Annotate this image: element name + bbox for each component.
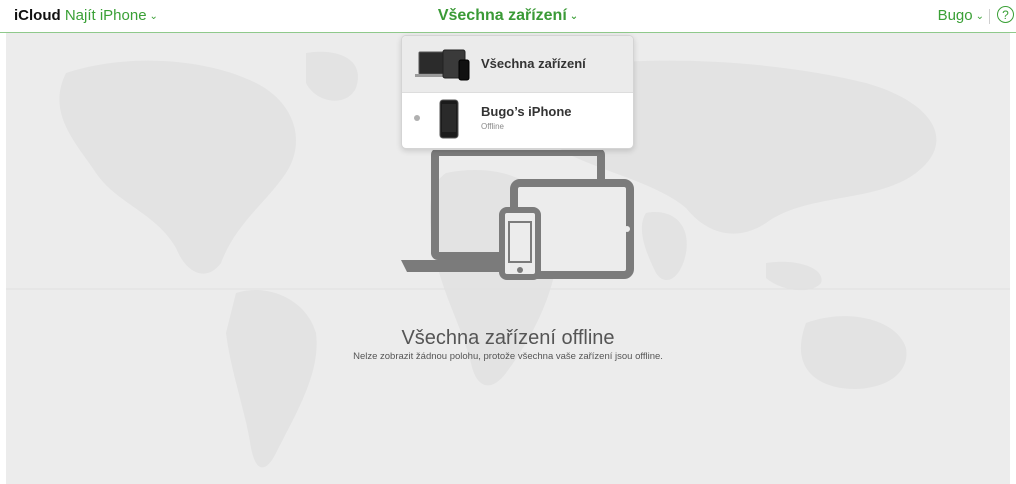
chevron-down-icon: ⌄ (149, 11, 158, 22)
device-list-item-iphone[interactable]: Bugo’s iPhone Offline (402, 93, 633, 148)
device-list-item-title: Bugo’s iPhone (481, 104, 572, 119)
user-menu[interactable]: Bugo ⌄ (938, 7, 984, 27)
device-selector-label: Všechna zařízení (437, 7, 567, 24)
app-name: Najít iPhone (64, 7, 147, 24)
chevron-down-icon: ⌄ (975, 11, 984, 22)
offline-title: Všechna zařízení offline (401, 327, 615, 349)
device-list-item-all[interactable]: Všechna zařízení (402, 36, 633, 93)
offline-status-dot (414, 115, 420, 121)
app-menu[interactable]: iCloud Najít iPhone ⌄ (14, 7, 158, 27)
iphone-icon (439, 99, 459, 139)
device-selector-button[interactable]: Všechna zařízení ⌄ (438, 7, 578, 24)
icloud-logo-text: iCloud (14, 7, 61, 24)
user-name: Bugo (937, 7, 973, 24)
chevron-down-icon: ⌄ (569, 11, 579, 22)
device-list-item-title: Všechna zařízení (481, 56, 586, 71)
offline-subtitle: Nelze zobrazit žádnou polohu, protože vš… (353, 351, 663, 362)
top-bar: iCloud Najít iPhone ⌄ Všechna zařízení ⌄ B… (0, 0, 1016, 33)
all-devices-icon (415, 49, 470, 81)
help-icon[interactable]: ? (997, 6, 1014, 23)
all-devices-illustration (401, 150, 634, 280)
device-dropdown: Všechna zařízení Bugo’s iPhone Offline (401, 35, 634, 149)
divider (989, 9, 990, 24)
device-status-text: Offline (481, 122, 504, 131)
